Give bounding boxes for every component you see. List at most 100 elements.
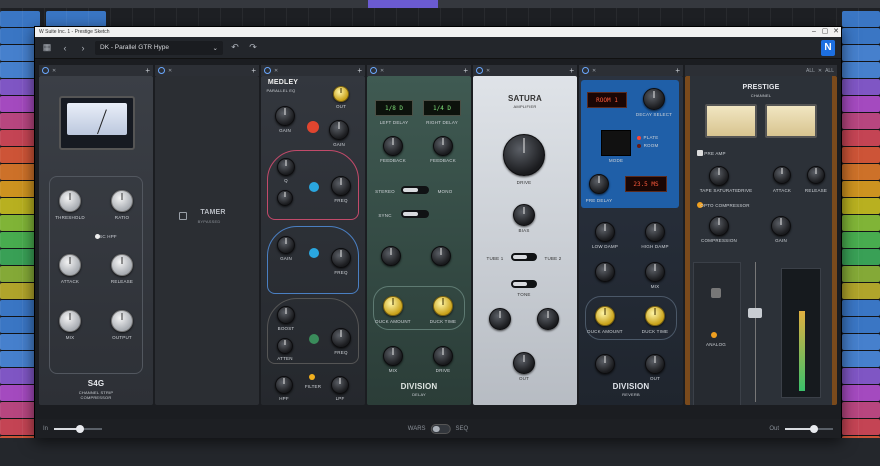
release-knob[interactable] (111, 254, 133, 276)
out-knob[interactable] (333, 86, 349, 102)
power-icon[interactable] (476, 67, 483, 74)
power-icon[interactable] (582, 67, 589, 74)
reverb-out-knob[interactable] (645, 354, 665, 374)
ratio-knob[interactable] (111, 190, 133, 212)
low-band-button[interactable] (307, 121, 319, 133)
close-icon[interactable]: ✕ (592, 68, 596, 74)
power-icon[interactable] (370, 67, 377, 74)
attack-knob[interactable] (773, 166, 791, 184)
satura-out-knob[interactable] (513, 352, 535, 374)
power-icon[interactable] (42, 67, 49, 74)
add-icon[interactable]: + (463, 66, 468, 75)
compression-knob[interactable] (709, 216, 729, 236)
grid-icon[interactable]: ▦ (41, 42, 53, 54)
mix-knob[interactable] (59, 310, 81, 332)
drive-knob[interactable] (503, 134, 545, 176)
low-gain-knob[interactable] (275, 106, 295, 126)
mid-q-knob[interactable] (277, 190, 293, 206)
high-band-button[interactable] (309, 248, 319, 258)
high-freq-knob[interactable] (331, 248, 351, 268)
pre-delay-knob[interactable] (589, 174, 609, 194)
tape-saturate-knob[interactable] (709, 166, 729, 186)
low-damp-knob[interactable] (595, 222, 615, 242)
atten-knob[interactable] (277, 338, 293, 354)
stereo-label: STEREO (375, 189, 395, 194)
low-tone-knob[interactable] (489, 308, 511, 330)
daw-ruler[interactable] (0, 0, 880, 8)
left-feedback-knob[interactable] (383, 136, 403, 156)
preset-selector[interactable]: DK - Parallel GTR Hype ⌄ (95, 40, 223, 55)
high-gain-knob[interactable] (277, 236, 295, 254)
add-icon[interactable]: + (251, 66, 256, 75)
room-display[interactable]: ROOM 1 (587, 92, 627, 108)
loop-marker[interactable] (368, 0, 438, 8)
reverb-knob-b[interactable] (595, 354, 615, 374)
decay-display[interactable]: 23.5 MS (625, 176, 667, 192)
high-tone-knob[interactable] (537, 308, 559, 330)
lpf-knob[interactable] (331, 376, 349, 394)
mid-gain-knob[interactable] (277, 158, 295, 176)
duck-time-knob[interactable] (433, 296, 453, 316)
decay-select-knob[interactable] (643, 88, 665, 110)
reverb-mix-knob[interactable] (645, 262, 665, 282)
attack-knob[interactable] (59, 254, 81, 276)
add-icon[interactable]: + (569, 66, 574, 75)
pre-amp-button[interactable] (697, 150, 703, 156)
mid-band-button[interactable] (309, 182, 319, 192)
output-fader[interactable] (748, 308, 762, 318)
all-bypass-label[interactable]: ALL (806, 68, 815, 74)
tone-switch[interactable] (511, 280, 537, 288)
release-knob[interactable] (807, 166, 825, 184)
delay-mix-knob[interactable] (383, 346, 403, 366)
redo-icon[interactable]: ↷ (247, 42, 259, 54)
high-damp-knob[interactable] (645, 222, 665, 242)
power-icon[interactable] (158, 67, 165, 74)
hpf-knob[interactable] (275, 376, 293, 394)
add-icon[interactable]: + (357, 66, 362, 75)
left-delay-display[interactable]: 1/8 D (375, 100, 413, 116)
tube-switch[interactable] (511, 253, 537, 261)
boost-knob[interactable] (277, 306, 295, 324)
add-icon[interactable]: + (675, 66, 680, 75)
threshold-knob[interactable] (59, 190, 81, 212)
duck-time-knob[interactable] (645, 306, 665, 326)
reverb-knob-a[interactable] (595, 262, 615, 282)
mode-button[interactable] (601, 130, 631, 156)
chevron-right-icon[interactable]: › (77, 42, 89, 54)
delay-knob-a[interactable] (381, 246, 401, 266)
input-gain-slider[interactable] (54, 424, 103, 433)
power-icon[interactable] (264, 67, 271, 74)
undo-icon[interactable]: ↶ (229, 42, 241, 54)
right-feedback-knob[interactable] (433, 136, 453, 156)
close-icon[interactable]: ✕ (168, 68, 172, 74)
add-icon[interactable]: + (145, 66, 150, 75)
minimize-button[interactable]: – (809, 27, 819, 37)
low-freq-knob[interactable] (329, 120, 349, 140)
duck-amount-knob[interactable] (383, 296, 403, 316)
gain-knob[interactable] (771, 216, 791, 236)
close-icon[interactable]: ✕ (486, 68, 490, 74)
analog-button-a[interactable] (711, 288, 721, 298)
output-gain-slider[interactable] (785, 424, 833, 433)
sync-switch[interactable] (401, 210, 429, 218)
close-icon[interactable]: ✕ (380, 68, 384, 74)
close-button[interactable]: ✕ (831, 27, 841, 37)
close-icon[interactable]: ✕ (52, 68, 56, 74)
maximize-button[interactable]: ▢ (820, 27, 830, 37)
delay-knob-b[interactable] (431, 246, 451, 266)
duck-amount-knob[interactable] (595, 306, 615, 326)
window-titlebar[interactable]: W Suite Inc. 1 - Prestige Sketch – ▢ ✕ (35, 27, 841, 37)
right-delay-display[interactable]: 1/4 D (423, 100, 461, 116)
bias-knob[interactable] (513, 204, 535, 226)
shelf-button[interactable] (309, 334, 319, 344)
shelf-freq-knob[interactable] (331, 328, 351, 348)
chevron-left-icon[interactable]: ‹ (59, 42, 71, 54)
close-icon[interactable]: ✕ (274, 68, 278, 74)
mid-freq-knob[interactable] (331, 176, 351, 196)
all-close-label[interactable]: ALL (825, 68, 834, 74)
stereo-mono-switch[interactable] (401, 186, 429, 194)
output-knob[interactable] (111, 310, 133, 332)
close-icon[interactable]: ✕ (818, 68, 822, 74)
mix-toggle[interactable] (430, 423, 451, 434)
drive-knob[interactable] (433, 346, 453, 366)
